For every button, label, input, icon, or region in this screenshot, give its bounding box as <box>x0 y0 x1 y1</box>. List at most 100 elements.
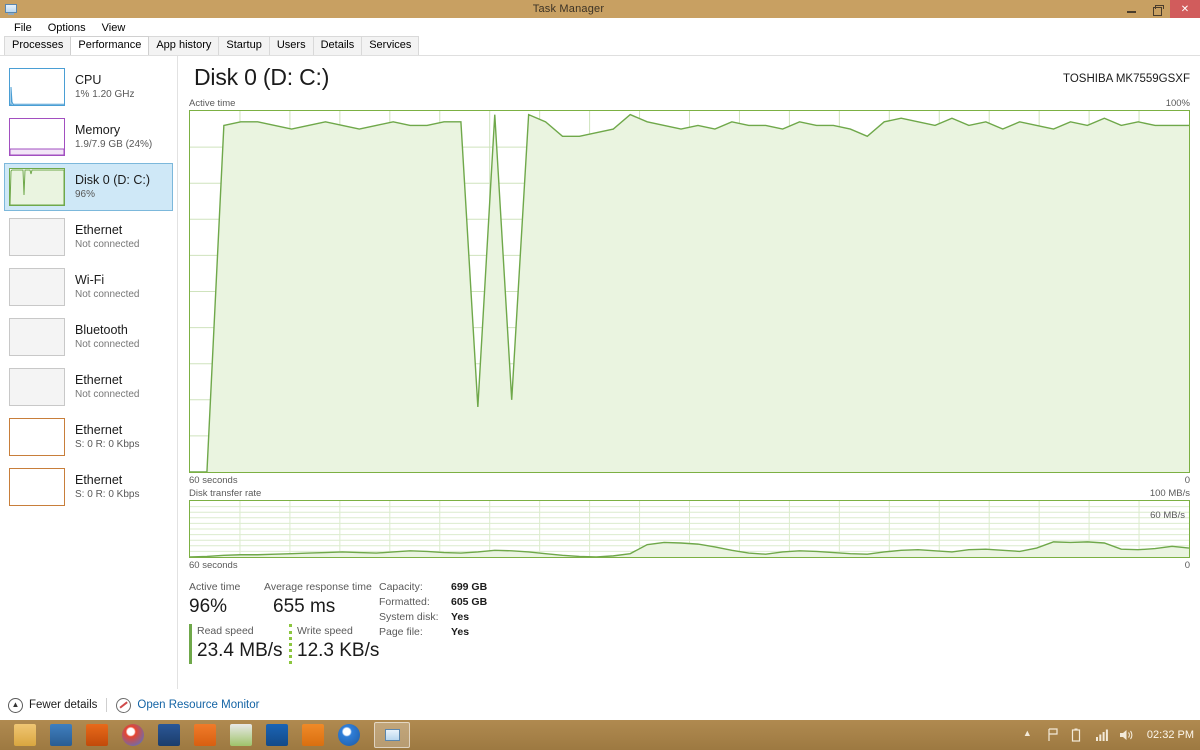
media-player-icon[interactable] <box>302 724 324 746</box>
menu-bar: File Options View <box>0 18 1200 37</box>
sidebar-item-label: Ethernet <box>75 373 123 387</box>
transfer-rate-mid-label: 60 MB/s <box>1150 510 1185 521</box>
tab-performance[interactable]: Performance <box>70 36 150 55</box>
sidebar-item-wi-fi[interactable]: Wi-Fi Not connected <box>4 263 173 311</box>
tab-app-history[interactable]: App history <box>148 36 220 55</box>
stat-read-speed: Read speed 23.4 MB/s <box>189 624 283 664</box>
transfer-rate-axis: 60 seconds 0 <box>189 560 1190 572</box>
stat-write-speed-value: 12.3 KB/s <box>297 640 380 661</box>
sidebar-item-ethernet[interactable]: Ethernet S: 0 R: 0 Kbps <box>4 413 173 461</box>
detail-system-disk-value: Yes <box>451 611 470 623</box>
chrome-icon[interactable] <box>122 724 144 746</box>
task-manager-icon <box>384 729 400 741</box>
detail-capacity-value: 699 GB <box>451 581 488 593</box>
open-resource-monitor-link[interactable]: Open Resource Monitor <box>116 697 260 713</box>
taskbar-active-window-task-manager[interactable] <box>374 722 410 748</box>
volume-icon[interactable] <box>1119 728 1133 743</box>
open-resource-monitor-label: Open Resource Monitor <box>137 699 260 711</box>
transfer-rate-axis-left: 60 seconds <box>189 560 238 571</box>
sidebar-item-label: Ethernet <box>75 473 123 487</box>
sidebar-item-disk-0-d-c[interactable]: Disk 0 (D: C:) 96% <box>4 163 173 211</box>
sidebar-item-text: Ethernet Not connected <box>75 223 140 251</box>
show-hidden-icon[interactable]: ▲ <box>1023 728 1036 743</box>
sidebar-item-label: Memory <box>75 123 121 137</box>
sidebar-item-label: Disk 0 (D: C:) <box>75 173 150 187</box>
sidebar-thumbnail-4 <box>9 268 65 306</box>
sidebar-item-bluetooth[interactable]: Bluetooth Not connected <box>4 313 173 361</box>
fewer-details-button[interactable]: ▲ Fewer details <box>8 697 97 713</box>
sidebar-item-ethernet[interactable]: Ethernet S: 0 R: 0 Kbps <box>4 463 173 511</box>
network-icon[interactable] <box>1095 728 1108 743</box>
menu-item-view[interactable]: View <box>94 20 134 36</box>
title-bar: Task Manager ✕ <box>0 0 1200 18</box>
detail-formatted-key: Formatted: <box>379 596 430 608</box>
menu-item-options[interactable]: Options <box>40 20 94 36</box>
active-time-axis: 60 seconds 0 <box>189 475 1190 487</box>
action-center-icon[interactable] <box>1047 727 1060 743</box>
file-explorer-icon[interactable] <box>14 724 36 746</box>
task-manager-icon <box>3 1 19 17</box>
sidebar-item-memory[interactable]: Memory 1.9/7.9 GB (24%) <box>4 113 173 161</box>
menu-item-file[interactable]: File <box>6 20 40 36</box>
sidebar-item-label: Wi-Fi <box>75 273 105 287</box>
sidebar-thumbnail-8 <box>9 468 65 506</box>
sidebar-item-text: Ethernet S: 0 R: 0 Kbps <box>75 423 139 451</box>
tab-users[interactable]: Users <box>268 36 314 55</box>
panel-header: Disk 0 (D: C:) TOSHIBA MK7559GSXF <box>179 56 1200 98</box>
sidebar-item-sublabel: S: 0 R: 0 Kbps <box>75 439 140 450</box>
word-icon[interactable] <box>158 724 180 746</box>
tab-startup[interactable]: Startup <box>218 36 270 55</box>
sidebar-item-sublabel: Not connected <box>75 389 140 400</box>
music-icon[interactable] <box>338 724 360 746</box>
battery-icon[interactable] <box>1071 728 1084 743</box>
sidebar-item-label: CPU <box>75 73 102 87</box>
transfer-rate-graph: 60 MB/s <box>189 500 1190 558</box>
tab-details[interactable]: Details <box>312 36 363 55</box>
contacts-icon[interactable] <box>50 724 72 746</box>
sidebar-thumbnail-2 <box>9 168 65 206</box>
status-bar: ▲ Fewer details Open Resource Monitor <box>0 689 1200 720</box>
sidebar-item-cpu[interactable]: CPU 1% 1.20 GHz <box>4 63 173 111</box>
tab-processes[interactable]: Processes <box>4 36 72 55</box>
active-time-labels: Active time 100% <box>189 98 1190 110</box>
sidebar-item-sublabel: Not connected <box>75 289 140 300</box>
sidebar-thumbnail-5 <box>9 318 65 356</box>
taskbar: ▲ 02:32 PM <box>0 720 1200 750</box>
taskbar-items <box>0 722 410 748</box>
sidebar-thumbnail-0 <box>9 68 65 106</box>
tab-strip: Processes Performance App history Startu… <box>0 36 1200 56</box>
sidebar-item-sublabel: Not connected <box>75 339 140 350</box>
transfer-rate-labels: Disk transfer rate 100 MB/s <box>189 488 1190 500</box>
sidebar-item-text: Disk 0 (D: C:) 96% <box>75 173 150 201</box>
stat-read-speed-caption: Read speed <box>197 625 254 637</box>
detail-page-file-value: Yes <box>451 626 470 638</box>
stat-write-speed-caption: Write speed <box>297 625 353 637</box>
sidebar-item-ethernet[interactable]: Ethernet Not connected <box>4 213 173 261</box>
clock[interactable]: 02:32 PM <box>1147 729 1194 741</box>
resource-monitor-icon <box>116 697 132 713</box>
restore-button[interactable] <box>1144 0 1170 18</box>
tab-services[interactable]: Services <box>361 36 420 55</box>
stat-active-time: Active time 96% <box>189 580 240 620</box>
sidebar-item-label: Ethernet <box>75 223 123 237</box>
excel-icon[interactable] <box>194 724 216 746</box>
stat-write-speed: Write speed 12.3 KB/s <box>289 624 379 664</box>
stat-avg-response-caption: Average response time <box>264 581 372 593</box>
detail-page-file-key: Page file: <box>379 626 423 638</box>
sidebar-item-ethernet[interactable]: Ethernet Not connected <box>4 363 173 411</box>
system-tray: ▲ 02:32 PM <box>1023 720 1194 750</box>
sidebar-item-sublabel: 96% <box>75 189 96 200</box>
sidebar-item-text: Ethernet S: 0 R: 0 Kbps <box>75 473 139 501</box>
firefox-icon[interactable] <box>86 724 108 746</box>
sidebar-thumbnail-7 <box>9 418 65 456</box>
stat-read-speed-value: 23.4 MB/s <box>197 640 283 661</box>
sidebar-thumbnail-1 <box>9 118 65 156</box>
stat-active-time-value: 96% <box>189 596 228 617</box>
sidebar-item-label: Bluetooth <box>75 323 128 337</box>
sidebar-item-sublabel: S: 0 R: 0 Kbps <box>75 489 140 500</box>
minimize-button[interactable] <box>1118 0 1144 18</box>
outlook-icon[interactable] <box>266 724 288 746</box>
page-title: Disk 0 (D: C:) <box>194 64 330 90</box>
notepad-icon[interactable] <box>230 724 252 746</box>
close-button[interactable]: ✕ <box>1170 0 1200 18</box>
